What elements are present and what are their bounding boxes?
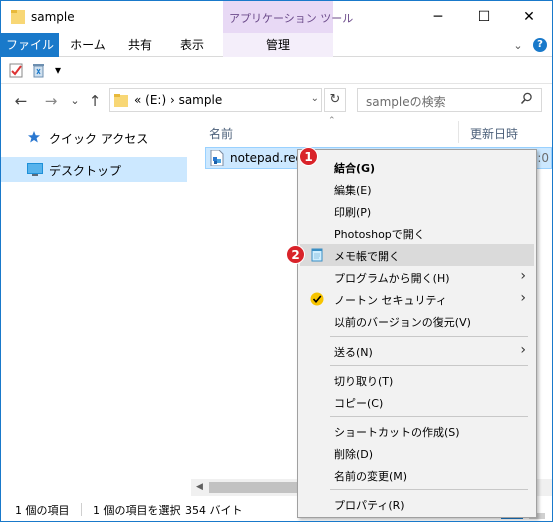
customize-dropdown-icon[interactable]: ▾ xyxy=(55,63,61,77)
application-tools-context-tab[interactable]: アプリケーション ツール xyxy=(223,1,353,33)
search-box[interactable]: sampleの検索 xyxy=(357,88,542,112)
menu-item-label: 結合(G) xyxy=(334,162,376,175)
menu-item-label: 印刷(P) xyxy=(334,206,372,219)
tab-view[interactable]: 表示 xyxy=(169,33,215,57)
status-size: 354 バイト xyxy=(185,504,243,517)
title-bar: sample アプリケーション ツール ─ ☐ ✕ xyxy=(1,1,552,33)
star-icon xyxy=(28,131,40,143)
menu-item-norton-security[interactable]: ノートン セキュリティ › xyxy=(300,288,534,310)
menu-separator xyxy=(330,416,528,417)
menu-item-delete[interactable]: 削除(D) xyxy=(300,442,534,464)
notepad-icon xyxy=(311,248,323,262)
chevron-down-icon[interactable]: ⌄ xyxy=(511,39,525,53)
submenu-arrow-icon: › xyxy=(520,290,526,306)
menu-item-open-photoshop[interactable]: Photoshopで開く xyxy=(300,222,534,244)
status-selection: 1 個の項目を選択 xyxy=(93,504,181,517)
status-item-count: 1 個の項目 xyxy=(15,504,70,517)
menu-item-copy[interactable]: コピー(C) xyxy=(300,391,534,413)
menu-item-create-shortcut[interactable]: ショートカットの作成(S) xyxy=(300,420,534,442)
nav-label: クイック アクセス xyxy=(49,132,149,146)
menu-item-restore-previous-versions[interactable]: 以前のバージョンの復元(V) xyxy=(300,310,534,332)
submenu-arrow-icon: › xyxy=(520,342,526,358)
menu-item-label: 以前のバージョンの復元(V) xyxy=(334,316,471,329)
maximize-button[interactable]: ☐ xyxy=(461,1,507,33)
step-badge-1: 1 xyxy=(299,147,318,166)
menu-item-edit[interactable]: 編集(E) xyxy=(300,178,534,200)
refresh-button[interactable]: ↻ xyxy=(324,88,346,112)
navigation-pane: クイック アクセス デスクトップ xyxy=(1,119,191,489)
menu-item-label: 編集(E) xyxy=(334,184,372,197)
minimize-button[interactable]: ─ xyxy=(415,1,461,33)
status-divider xyxy=(81,503,82,516)
context-menu: 結合(G) 編集(E) 印刷(P) Photoshopで開く メモ帳で開く プロ… xyxy=(297,149,537,518)
nav-label: デスクトップ xyxy=(49,164,122,178)
tab-manage[interactable]: 管理 xyxy=(223,33,333,57)
menu-item-open-notepad[interactable]: メモ帳で開く xyxy=(300,244,534,266)
forward-button[interactable]: → xyxy=(41,91,61,111)
menu-item-merge[interactable]: 結合(G) xyxy=(300,156,534,178)
sort-indicator-icon: ⌃ xyxy=(328,116,336,126)
recycle-bin-icon[interactable] xyxy=(31,63,46,78)
menu-item-print[interactable]: 印刷(P) xyxy=(300,200,534,222)
properties-check-icon[interactable] xyxy=(9,63,24,78)
tab-share[interactable]: 共有 xyxy=(117,33,163,57)
menu-item-label: プロパティ(R) xyxy=(334,499,405,512)
menu-item-label: Photoshopで開く xyxy=(334,228,425,241)
menu-item-label: 名前の変更(M) xyxy=(334,470,408,483)
ribbon-tabs: ファイル ホーム 共有 表示 管理 ⌄ ? xyxy=(1,33,552,57)
folder-icon xyxy=(11,10,25,24)
nav-item-desktop[interactable]: デスクトップ xyxy=(1,157,187,182)
nav-item-quick-access[interactable]: クイック アクセス xyxy=(1,125,187,150)
menu-item-label: 送る(N) xyxy=(334,346,373,359)
submenu-arrow-icon: › xyxy=(520,268,526,284)
column-header-name[interactable]: 名前 xyxy=(209,125,233,142)
explorer-window: sample アプリケーション ツール ─ ☐ ✕ ファイル ホーム 共有 表示… xyxy=(0,0,553,522)
menu-separator xyxy=(330,365,528,366)
registry-file-icon xyxy=(210,150,224,166)
help-icon[interactable]: ? xyxy=(533,38,547,52)
tab-home[interactable]: ホーム xyxy=(65,33,111,57)
desktop-icon xyxy=(27,163,43,176)
quick-access-toolbar: ▾ xyxy=(1,58,552,84)
norton-check-icon xyxy=(310,292,324,306)
address-dropdown-icon[interactable]: ⌄ xyxy=(311,93,319,104)
column-header-date[interactable]: 更新日時 xyxy=(470,125,518,142)
address-bar[interactable]: « (E:) › sample ⌄ xyxy=(109,88,322,112)
back-button[interactable]: ← xyxy=(11,91,31,111)
menu-item-label: 削除(D) xyxy=(334,448,374,461)
search-icon[interactable] xyxy=(520,92,533,105)
context-tab-label: アプリケーション ツール xyxy=(229,12,354,25)
menu-item-send-to[interactable]: 送る(N) › xyxy=(300,340,534,362)
menu-item-label: プログラムから開く(H) xyxy=(334,272,450,285)
column-divider[interactable] xyxy=(458,121,459,143)
tab-file[interactable]: ファイル xyxy=(1,33,59,57)
menu-item-properties[interactable]: プロパティ(R) xyxy=(300,493,534,515)
menu-item-rename[interactable]: 名前の変更(M) xyxy=(300,464,534,486)
window-title: sample xyxy=(31,10,75,24)
menu-item-label: 切り取り(T) xyxy=(334,375,394,388)
up-button[interactable]: ↑ xyxy=(85,91,105,111)
menu-item-open-with[interactable]: プログラムから開く(H) › xyxy=(300,266,534,288)
close-button[interactable]: ✕ xyxy=(506,1,552,33)
step-badge-2: 2 xyxy=(286,245,305,264)
menu-item-label: メモ帳で開く xyxy=(334,250,400,263)
menu-item-label: ショートカットの作成(S) xyxy=(334,426,460,439)
menu-item-label: コピー(C) xyxy=(334,397,384,410)
recent-locations-button[interactable]: ⌄ xyxy=(65,91,85,111)
file-name: notepad.reg xyxy=(230,151,304,165)
menu-separator xyxy=(330,489,528,490)
scroll-left-icon[interactable]: ◀ xyxy=(191,479,208,496)
address-path[interactable]: « (E:) › sample xyxy=(134,93,222,107)
search-placeholder: sampleの検索 xyxy=(366,95,446,109)
folder-icon xyxy=(114,94,128,107)
menu-item-label: ノートン セキュリティ xyxy=(334,294,447,307)
menu-item-cut[interactable]: 切り取り(T) xyxy=(300,369,534,391)
menu-separator xyxy=(330,336,528,337)
